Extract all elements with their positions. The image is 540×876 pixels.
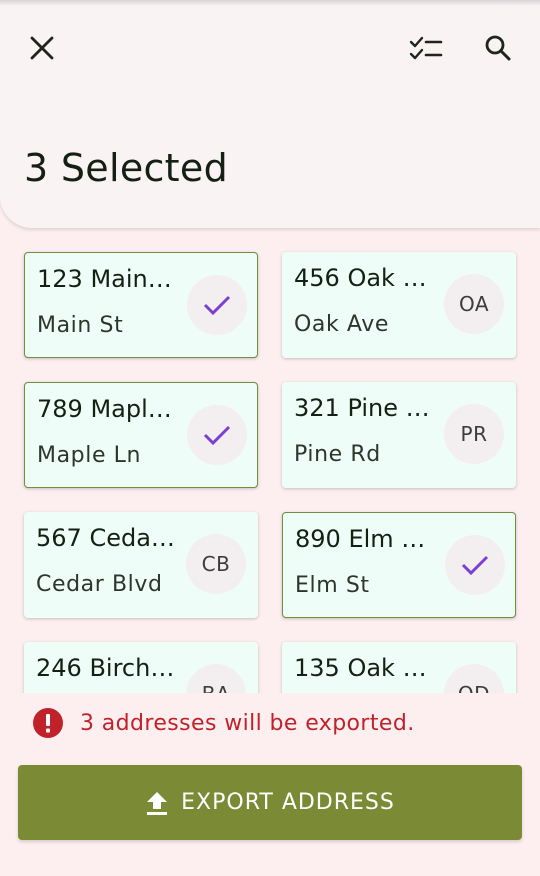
address-card[interactable]: 456 Oak … Oak Ave OA (282, 252, 516, 358)
address-card[interactable]: 135 Oak D… OD (282, 642, 516, 693)
search-icon (485, 35, 511, 61)
initials-avatar[interactable]: CB (186, 534, 246, 594)
address-grid: 123 Main … Main St 456 Oak … Oak Ave OA … (0, 240, 540, 693)
address-card[interactable]: 246 Birch… BA (24, 642, 258, 693)
card-subtitle: Cedar Blvd (36, 572, 163, 597)
check-icon (203, 295, 231, 316)
card-title: 123 Main … (37, 265, 177, 293)
address-card[interactable]: 567 Ceda… Cedar Blvd CB (24, 512, 258, 618)
address-card[interactable]: 890 Elm … Elm St (282, 512, 516, 618)
error-icon (33, 708, 63, 738)
card-title: 890 Elm … (295, 525, 426, 553)
export-button-label: EXPORT ADDRESS (181, 790, 395, 815)
card-title: 789 Mapl… (37, 395, 172, 423)
selection-badge[interactable] (445, 535, 505, 595)
check-icon (203, 425, 231, 446)
top-app-bar: 3 Selected (0, 0, 540, 228)
address-card[interactable]: 789 Mapl… Maple Ln (24, 382, 258, 488)
card-subtitle: Elm St (295, 573, 370, 598)
page-title: 3 Selected (24, 146, 228, 190)
card-title: 135 Oak D… (294, 654, 434, 682)
card-title: 246 Birch… (36, 654, 175, 682)
select-all-button[interactable] (402, 24, 450, 72)
export-address-button[interactable]: EXPORT ADDRESS (18, 765, 522, 840)
card-subtitle: Maple Ln (37, 443, 142, 468)
card-subtitle: Pine Rd (294, 442, 381, 467)
close-button[interactable] (18, 24, 66, 72)
upload-icon (147, 791, 168, 815)
card-title: 567 Ceda… (36, 524, 175, 552)
selection-badge[interactable] (187, 405, 247, 465)
card-subtitle: Oak Ave (294, 312, 390, 337)
checklist-icon (409, 36, 443, 60)
initials-avatar[interactable]: PR (444, 404, 504, 464)
address-card[interactable]: 123 Main … Main St (24, 252, 258, 358)
selection-badge[interactable] (187, 275, 247, 335)
warning-text: 3 addresses will be exported. (80, 710, 415, 736)
address-card[interactable]: 321 Pine … Pine Rd PR (282, 382, 516, 488)
close-icon (30, 36, 54, 60)
initials-avatar[interactable]: BA (186, 664, 246, 693)
initials-avatar[interactable]: OA (444, 274, 504, 334)
card-title: 456 Oak … (294, 264, 427, 292)
export-warning: 3 addresses will be exported. (32, 707, 415, 739)
card-subtitle: Main St (37, 313, 124, 338)
search-button[interactable] (474, 24, 522, 72)
card-title: 321 Pine … (294, 394, 430, 422)
status-shadow (0, 0, 540, 6)
initials-avatar[interactable]: OD (444, 664, 504, 693)
check-icon (461, 555, 489, 576)
